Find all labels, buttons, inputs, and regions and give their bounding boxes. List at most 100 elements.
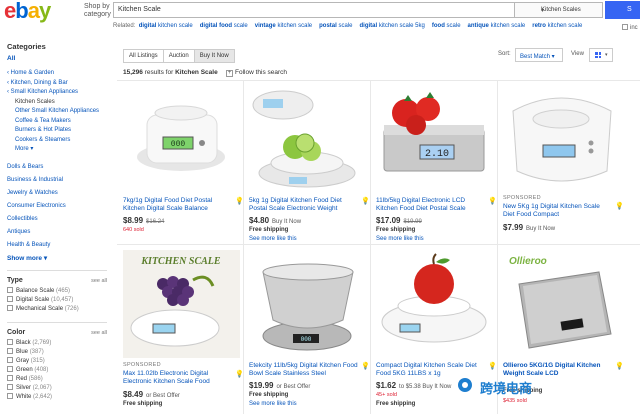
see-more-link[interactable]: See more like this	[249, 236, 297, 242]
product-image[interactable]	[376, 250, 493, 358]
related-search-link[interactable]: vintage kitchen scale	[255, 23, 312, 29]
svg-text:000: 000	[301, 336, 312, 343]
divider	[243, 80, 244, 414]
checkbox[interactable]	[7, 392, 13, 399]
results-count: 15,296 results for Kitchen Scale	[123, 69, 218, 76]
see-more-link[interactable]: See more like this	[376, 236, 424, 242]
product-image[interactable]	[503, 85, 620, 193]
follow-search-button[interactable]: + Follow this search	[226, 69, 287, 77]
view-toggle-button[interactable]: ▾	[589, 48, 613, 62]
sidebar-category-link[interactable]: Other Small Kitchen Appliances	[7, 107, 107, 117]
svg-text:2.10: 2.10	[425, 149, 449, 160]
divider	[117, 80, 640, 81]
sidebar-category-link[interactable]: Coffee & Tea Makers	[7, 117, 107, 127]
listing-title[interactable]: Etekcity 11lb/5kg Digital Kitchen Food B…	[249, 362, 359, 378]
lightbulb-icon[interactable]: 💡	[361, 197, 370, 205]
see-more-link[interactable]: See more like this	[249, 401, 297, 407]
listing-type-tabs: All Listings Auction Buy It Now	[123, 49, 235, 63]
include-checkbox[interactable]: inc	[622, 24, 638, 31]
search-button[interactable]: S	[605, 1, 640, 19]
plus-icon: +	[226, 70, 233, 77]
checkbox[interactable]	[7, 356, 13, 363]
filter-option-checkbox[interactable]: Gray (315)	[7, 356, 107, 366]
tab-all-listings[interactable]: All Listings	[123, 49, 164, 63]
ebay-logo[interactable]: ebay	[4, 0, 51, 22]
sidebar-category-link[interactable]: Business & Industrial	[7, 174, 107, 187]
search-input[interactable]: Kitchen Scale	[113, 2, 515, 18]
category-all-link[interactable]: All	[7, 55, 107, 62]
filter-option-checkbox[interactable]: Green (408)	[7, 365, 107, 375]
sidebar-category-link: Kitchen Scales	[15, 98, 55, 105]
lightbulb-icon[interactable]: 💡	[615, 202, 624, 210]
sidebar-category-link[interactable]: ‹ Home & Garden	[7, 69, 107, 79]
product-image[interactable]	[249, 85, 366, 193]
related-search-link[interactable]: retro kitchen scale	[532, 23, 582, 29]
grid-view-icon	[595, 52, 601, 58]
sidebar-category-link[interactable]: Jewelry & Watches	[7, 187, 107, 200]
listing-title[interactable]: 11lb/5kg Digital Electronic LCD Kitchen …	[376, 197, 486, 213]
related-search-link[interactable]: antique kitchen scale	[468, 23, 526, 29]
filter-option-checkbox[interactable]: Silver (2,067)	[7, 383, 107, 393]
price-line: $8.49 or Best Offer	[123, 390, 180, 399]
sort-dropdown[interactable]: Best Match ▾	[515, 48, 563, 62]
sidebar-category-link[interactable]: Burners & Hot Plates	[7, 126, 107, 136]
related-search-link[interactable]: food scale	[432, 23, 461, 29]
filter-option-checkbox[interactable]: Mechanical Scale (726)	[7, 304, 107, 314]
related-search-link[interactable]: postal scale	[319, 23, 352, 29]
show-more-link[interactable]: Show more ▾	[7, 254, 107, 262]
sidebar-category-link[interactable]: ‹ Kitchen, Dining & Bar	[7, 79, 107, 89]
price-line: $17.09 $19.99	[376, 216, 422, 225]
shop-by-category-button[interactable]: Shop by category▾	[84, 3, 117, 19]
listing-title[interactable]: New 5Kg 1g Digital Kitchen Scale Diet Fo…	[503, 203, 613, 219]
sidebar-category-link[interactable]: Collectibles	[7, 213, 107, 226]
lightbulb-icon[interactable]: 💡	[488, 362, 497, 370]
related-search-link[interactable]: digital food scale	[200, 23, 248, 29]
filter-option-checkbox[interactable]: Black (2,769)	[7, 338, 107, 348]
checkbox[interactable]	[7, 295, 13, 302]
sidebar-category-link[interactable]: Dolls & Bears	[7, 161, 107, 174]
product-image[interactable]: Ollieroo	[503, 250, 620, 358]
tab-auction[interactable]: Auction	[162, 49, 195, 63]
filter-option-checkbox[interactable]: Digital Scale (10,457)	[7, 295, 107, 305]
related-search-link[interactable]: digital kitchen scale 5kg	[359, 23, 424, 29]
filter-option-checkbox[interactable]: Balance Scale (465)	[7, 286, 107, 296]
lightbulb-icon[interactable]: 💡	[235, 197, 244, 205]
product-image[interactable]: 000	[123, 85, 240, 193]
checkbox[interactable]	[7, 286, 13, 293]
product-image[interactable]: 000	[249, 250, 366, 358]
sponsored-label: SPONSORED	[503, 195, 541, 201]
checkbox[interactable]	[7, 383, 13, 390]
sidebar-category-link[interactable]: ‹ Small Kitchen Appliances	[7, 88, 107, 98]
lightbulb-icon[interactable]: 💡	[235, 370, 244, 378]
listing-title[interactable]: 7kg/1g Digital Food Diet Postal Kitchen …	[123, 197, 233, 213]
product-image[interactable]: 2.10	[376, 85, 493, 193]
tab-buy-it-now[interactable]: Buy It Now	[193, 49, 235, 63]
category-select[interactable]: Kitchen Scales ▾	[515, 2, 603, 18]
checkbox[interactable]	[7, 347, 13, 354]
type-filter-heading: Type see all	[7, 276, 107, 284]
filter-option-checkbox[interactable]: Blue (387)	[7, 347, 107, 357]
listing-title[interactable]: 5kg 1g Digital Kitchen Food Diet Postal …	[249, 197, 359, 213]
lightbulb-icon[interactable]: 💡	[615, 362, 624, 370]
svg-text:000: 000	[171, 140, 186, 149]
listing-title[interactable]: Max 11.02lb Electronic Digital Electroni…	[123, 370, 233, 386]
sidebar-category-link[interactable]: Antiques	[7, 226, 107, 239]
checkbox[interactable]	[7, 374, 13, 381]
sidebar-category-link[interactable]: Health & Beauty	[7, 239, 107, 252]
see-all-link[interactable]: see all	[91, 278, 107, 284]
lightbulb-icon[interactable]: 💡	[361, 362, 370, 370]
see-all-link[interactable]: see all	[91, 330, 107, 336]
filter-option-checkbox[interactable]: Red (586)	[7, 374, 107, 384]
related-search-link[interactable]: digital kitchen scale	[139, 23, 193, 29]
product-image[interactable]: KITCHEN SCALE	[123, 250, 240, 358]
lightbulb-icon[interactable]: 💡	[488, 197, 497, 205]
shipping-text: Free shipping	[123, 401, 163, 407]
checkbox[interactable]	[7, 304, 13, 311]
checkbox[interactable]	[7, 365, 13, 372]
sidebar-category-link[interactable]: Consumer Electronics	[7, 200, 107, 213]
checkbox[interactable]	[7, 338, 13, 345]
sidebar-category-link[interactable]: More ▾	[7, 145, 107, 155]
related-searches: Related: digital kitchen scale digital fo…	[113, 23, 583, 29]
sidebar-category-link[interactable]: Cookers & Steamers	[7, 136, 107, 146]
filter-option-checkbox[interactable]: White (2,642)	[7, 392, 107, 402]
